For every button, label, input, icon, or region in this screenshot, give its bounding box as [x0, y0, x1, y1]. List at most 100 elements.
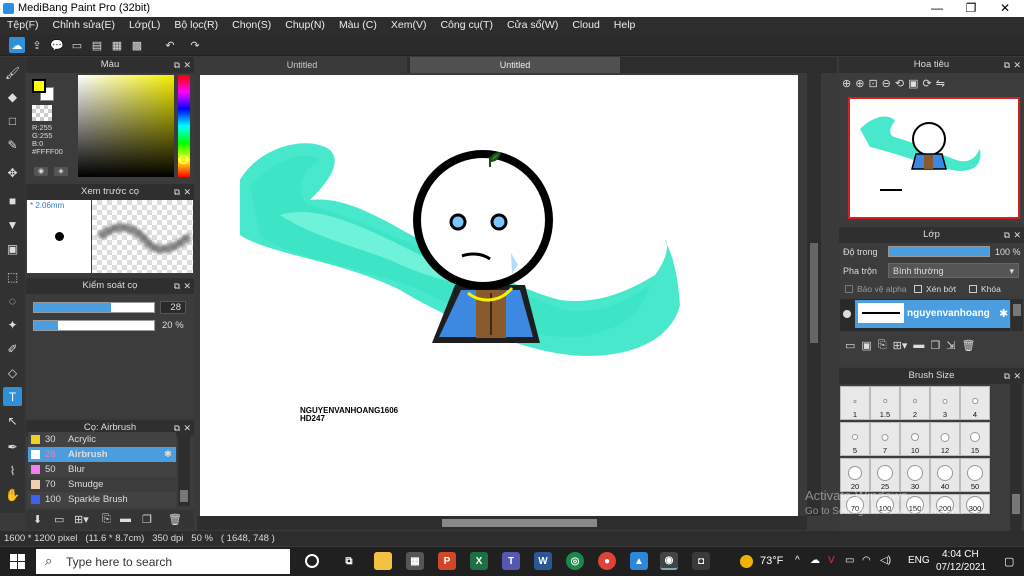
eyedropper-tool-icon[interactable]: ✒: [3, 437, 22, 456]
chrome-icon[interactable]: ●: [598, 552, 616, 570]
weather-sun-icon[interactable]: [740, 555, 753, 568]
layer-opacity-slider[interactable]: [888, 246, 990, 257]
menu-cloud[interactable]: Cloud: [565, 17, 606, 34]
tiles-icon[interactable]: ▩: [129, 37, 145, 53]
layer-scrollbar[interactable]: [1011, 299, 1023, 331]
horizontal-scroll-thumb[interactable]: [442, 519, 597, 527]
merge-layer-icon[interactable]: ⇲: [946, 339, 955, 359]
teams-icon[interactable]: T: [502, 552, 520, 570]
brush-size-cell[interactable]: 25: [870, 458, 900, 492]
brush-size-cell[interactable]: 40: [930, 458, 960, 492]
copy-brush-icon[interactable]: ⎘: [102, 513, 111, 526]
lock-checkbox[interactable]: [969, 285, 977, 293]
taskbar-search-box[interactable]: ⌕ Type here to search: [36, 549, 290, 574]
menu-help[interactable]: Help: [607, 17, 643, 34]
vertical-scrollbar[interactable]: [807, 73, 821, 516]
document-icon[interactable]: ▤: [89, 37, 105, 53]
brush-list-item[interactable]: 50 Blur: [28, 462, 176, 477]
new-brush-icon[interactable]: ▭: [54, 513, 64, 526]
volume-icon[interactable]: ◁): [880, 555, 891, 566]
primary-color-swatch[interactable]: [32, 79, 46, 93]
tray-chevron-icon[interactable]: ^: [795, 555, 800, 566]
new-layer-8bit-icon[interactable]: ▣: [861, 339, 871, 359]
operation-tool-icon[interactable]: ↖: [3, 411, 22, 430]
drawing-canvas[interactable]: NGUYENVANHOANG1606 HD247: [200, 75, 798, 516]
actual-size-icon[interactable]: ▣: [908, 77, 918, 93]
horizontal-scrollbar[interactable]: [197, 516, 807, 530]
file-explorer-icon[interactable]: [374, 552, 392, 570]
close-icon[interactable]: ✕: [1013, 227, 1021, 243]
brush-size-cell[interactable]: 20: [840, 458, 870, 492]
brush-tool-icon[interactable]: 🖌: [3, 63, 22, 82]
folder-icon[interactable]: ▬: [120, 513, 131, 525]
language-indicator[interactable]: ENG: [908, 555, 930, 566]
popout-icon[interactable]: ⧉: [1004, 227, 1010, 243]
brush-size-slider[interactable]: [33, 302, 155, 313]
download-brush-icon[interactable]: ⬇: [33, 513, 42, 526]
brush-size-cell[interactable]: 7: [870, 422, 900, 456]
magic-wand-tool-icon[interactable]: ✦: [3, 315, 22, 334]
rotate-right-icon[interactable]: ⟳: [923, 77, 932, 93]
brush-size-cell[interactable]: 2: [900, 386, 930, 420]
transparent-swatch[interactable]: [32, 105, 52, 121]
rotate-left-icon[interactable]: ⟲: [895, 77, 904, 93]
close-icon[interactable]: ✕: [183, 420, 191, 436]
move-tool-icon[interactable]: ✥: [3, 163, 22, 182]
hand-tool-icon[interactable]: ✋: [3, 485, 22, 504]
app-green-icon[interactable]: ◎: [566, 552, 584, 570]
protect-alpha-checkbox[interactable]: [845, 285, 853, 293]
cloud-icon[interactable]: ☁: [9, 37, 25, 53]
navigator-thumbnail[interactable]: [848, 97, 1020, 219]
delete-layer-icon[interactable]: 🗑: [961, 339, 975, 359]
powerpoint-icon[interactable]: P: [438, 552, 456, 570]
brush-size-cell[interactable]: 50: [960, 458, 990, 492]
close-icon[interactable]: ✕: [183, 278, 191, 294]
duplicate-icon[interactable]: ❐: [142, 513, 152, 526]
vivaldi-icon[interactable]: V: [828, 555, 835, 566]
fill-shape-tool-icon[interactable]: ■: [3, 191, 22, 210]
layer-settings-icon[interactable]: ✱: [999, 307, 1008, 320]
menu-capture[interactable]: Chụp(N): [278, 17, 332, 34]
fit-icon[interactable]: ⊡: [868, 77, 877, 93]
undo-icon[interactable]: ↶: [162, 37, 178, 53]
medibang-taskbar-icon[interactable]: ◉: [660, 552, 678, 570]
tab-untitled-2[interactable]: Untitled: [410, 57, 620, 73]
brush-size-cell[interactable]: 12: [930, 422, 960, 456]
clock-time[interactable]: 4:04 CH: [942, 549, 979, 560]
word-icon[interactable]: W: [534, 552, 552, 570]
brush-size-value[interactable]: 28: [160, 301, 186, 314]
text-tool-icon[interactable]: T: [3, 387, 22, 406]
add-layer-menu-icon[interactable]: ⊞▾: [893, 339, 908, 359]
brush-list-item[interactable]: 28 Airbrush ✱: [28, 447, 176, 462]
menu-view[interactable]: Xem(V): [384, 17, 434, 34]
new-layer-icon[interactable]: ▭: [845, 339, 855, 359]
popout-icon[interactable]: ⧉: [174, 278, 180, 294]
onedrive-icon[interactable]: ☁: [810, 555, 820, 566]
close-icon[interactable]: ✕: [183, 184, 191, 200]
menu-layer[interactable]: Lớp(L): [122, 17, 167, 34]
brush-list-item[interactable]: 70 Smudge: [28, 477, 176, 492]
weather-temp[interactable]: 73°F: [760, 555, 783, 567]
maximize-button[interactable]: ❐: [954, 0, 988, 17]
minimize-button[interactable]: —: [920, 0, 954, 17]
delete-brush-icon[interactable]: 🗑: [168, 513, 182, 526]
menu-tools[interactable]: Công cụ(T): [433, 17, 500, 34]
rectangle-tool-icon[interactable]: □: [3, 111, 22, 130]
brush-list-item[interactable]: 30 Acrylic: [28, 432, 176, 447]
flip-icon[interactable]: ⇋: [936, 77, 945, 93]
saturation-value-square[interactable]: [78, 75, 174, 177]
hue-handle[interactable]: [179, 155, 188, 164]
tab-untitled-1[interactable]: Untitled: [197, 57, 407, 73]
brush-list-scrollbar[interactable]: [178, 436, 190, 506]
popout-icon[interactable]: ⧉: [174, 184, 180, 200]
popout-icon[interactable]: ⧉: [174, 57, 180, 73]
brush-size-cell[interactable]: 5: [840, 422, 870, 456]
pen-tool-icon[interactable]: ✎: [3, 135, 22, 154]
add-brush-icon[interactable]: ⊞▾: [74, 513, 89, 526]
lasso-tool-icon[interactable]: ◌: [3, 291, 22, 310]
brush-size-cell[interactable]: 4: [960, 386, 990, 420]
store-icon[interactable]: ▦: [406, 552, 424, 570]
color-set-icon[interactable]: ◈: [54, 167, 68, 176]
brush-size-cell[interactable]: 1: [840, 386, 870, 420]
brush-size-cell[interactable]: 30: [900, 458, 930, 492]
